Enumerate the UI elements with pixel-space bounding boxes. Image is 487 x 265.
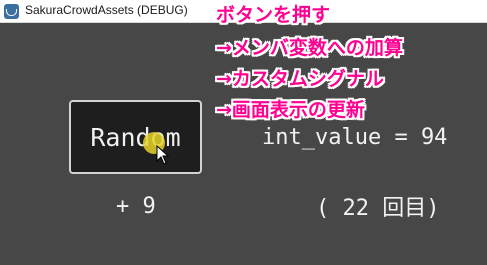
app-icon [4,4,19,19]
annotation-press-button: ボタンを押す [216,4,331,26]
delta-label: + 9 [116,194,156,219]
window-title: SakuraCrowdAssets (DEBUG) [25,3,188,17]
annotation-screen-update: →画面表示の更新 [216,99,365,121]
annotation-member-add: →メンバ変数への加算 [216,37,403,59]
annotation-custom-signal: →カスタムシグナル [216,68,384,90]
random-button[interactable]: Random [69,100,202,174]
mouse-pointer-icon [156,145,170,165]
press-count-label: ( 22 回目) [316,196,440,221]
int-value-label: int_value = 94 [262,125,448,150]
